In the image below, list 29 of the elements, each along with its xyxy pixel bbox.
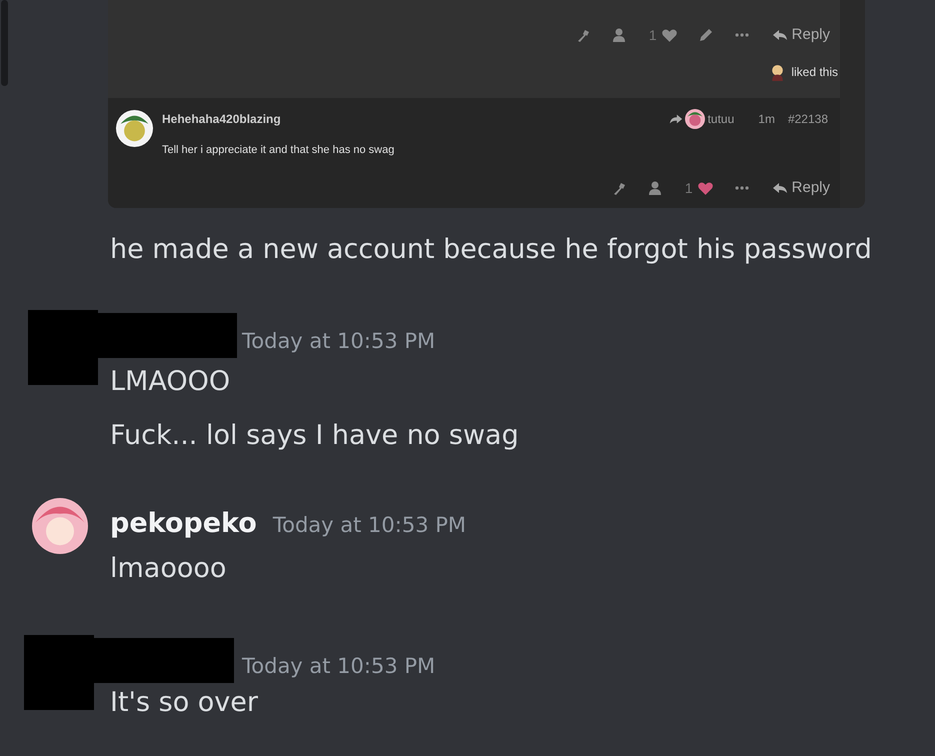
heart-icon[interactable] <box>696 180 714 197</box>
like-count: 1 <box>648 26 657 45</box>
timestamp: Today at 10:53 PM <box>242 329 436 354</box>
message-text: Fuck... lol says I have no swag <box>110 418 520 453</box>
person-icon[interactable] <box>646 180 663 196</box>
username[interactable]: pekopeko <box>110 504 257 545</box>
scrollbar-thumb[interactable] <box>1 0 8 86</box>
reply-to-user[interactable]: tutuu <box>708 110 734 128</box>
avatar-icon <box>32 498 88 554</box>
post-text: Tell her i appreciate it and that she has no swag <box>162 143 394 158</box>
person-icon[interactable] <box>610 27 627 44</box>
heart-icon[interactable] <box>660 26 678 44</box>
reply-button[interactable]: Reply <box>772 177 830 200</box>
post-author[interactable]: Hehehaha420blazing <box>162 110 281 128</box>
message-text: he made a new account because he forgot his password <box>110 233 873 267</box>
timestamp: Today at 10:53 PM <box>272 512 466 540</box>
share-icon <box>668 112 683 126</box>
avatar-icon <box>116 110 153 147</box>
avatar-icon <box>684 109 705 129</box>
post-number[interactable]: #22138 <box>788 110 828 128</box>
post-age: 1m <box>758 111 775 128</box>
pencil-icon[interactable] <box>698 27 714 44</box>
message-text: lmaoooo <box>110 552 228 586</box>
reply-button[interactable]: Reply <box>772 24 830 46</box>
message-text: It's so over <box>110 686 259 720</box>
message-text: LMAOOO <box>110 365 232 400</box>
like-count: 1 <box>684 178 693 198</box>
timestamp: Today at 10:53 PM <box>242 654 436 678</box>
liked-note: liked this <box>791 64 838 81</box>
